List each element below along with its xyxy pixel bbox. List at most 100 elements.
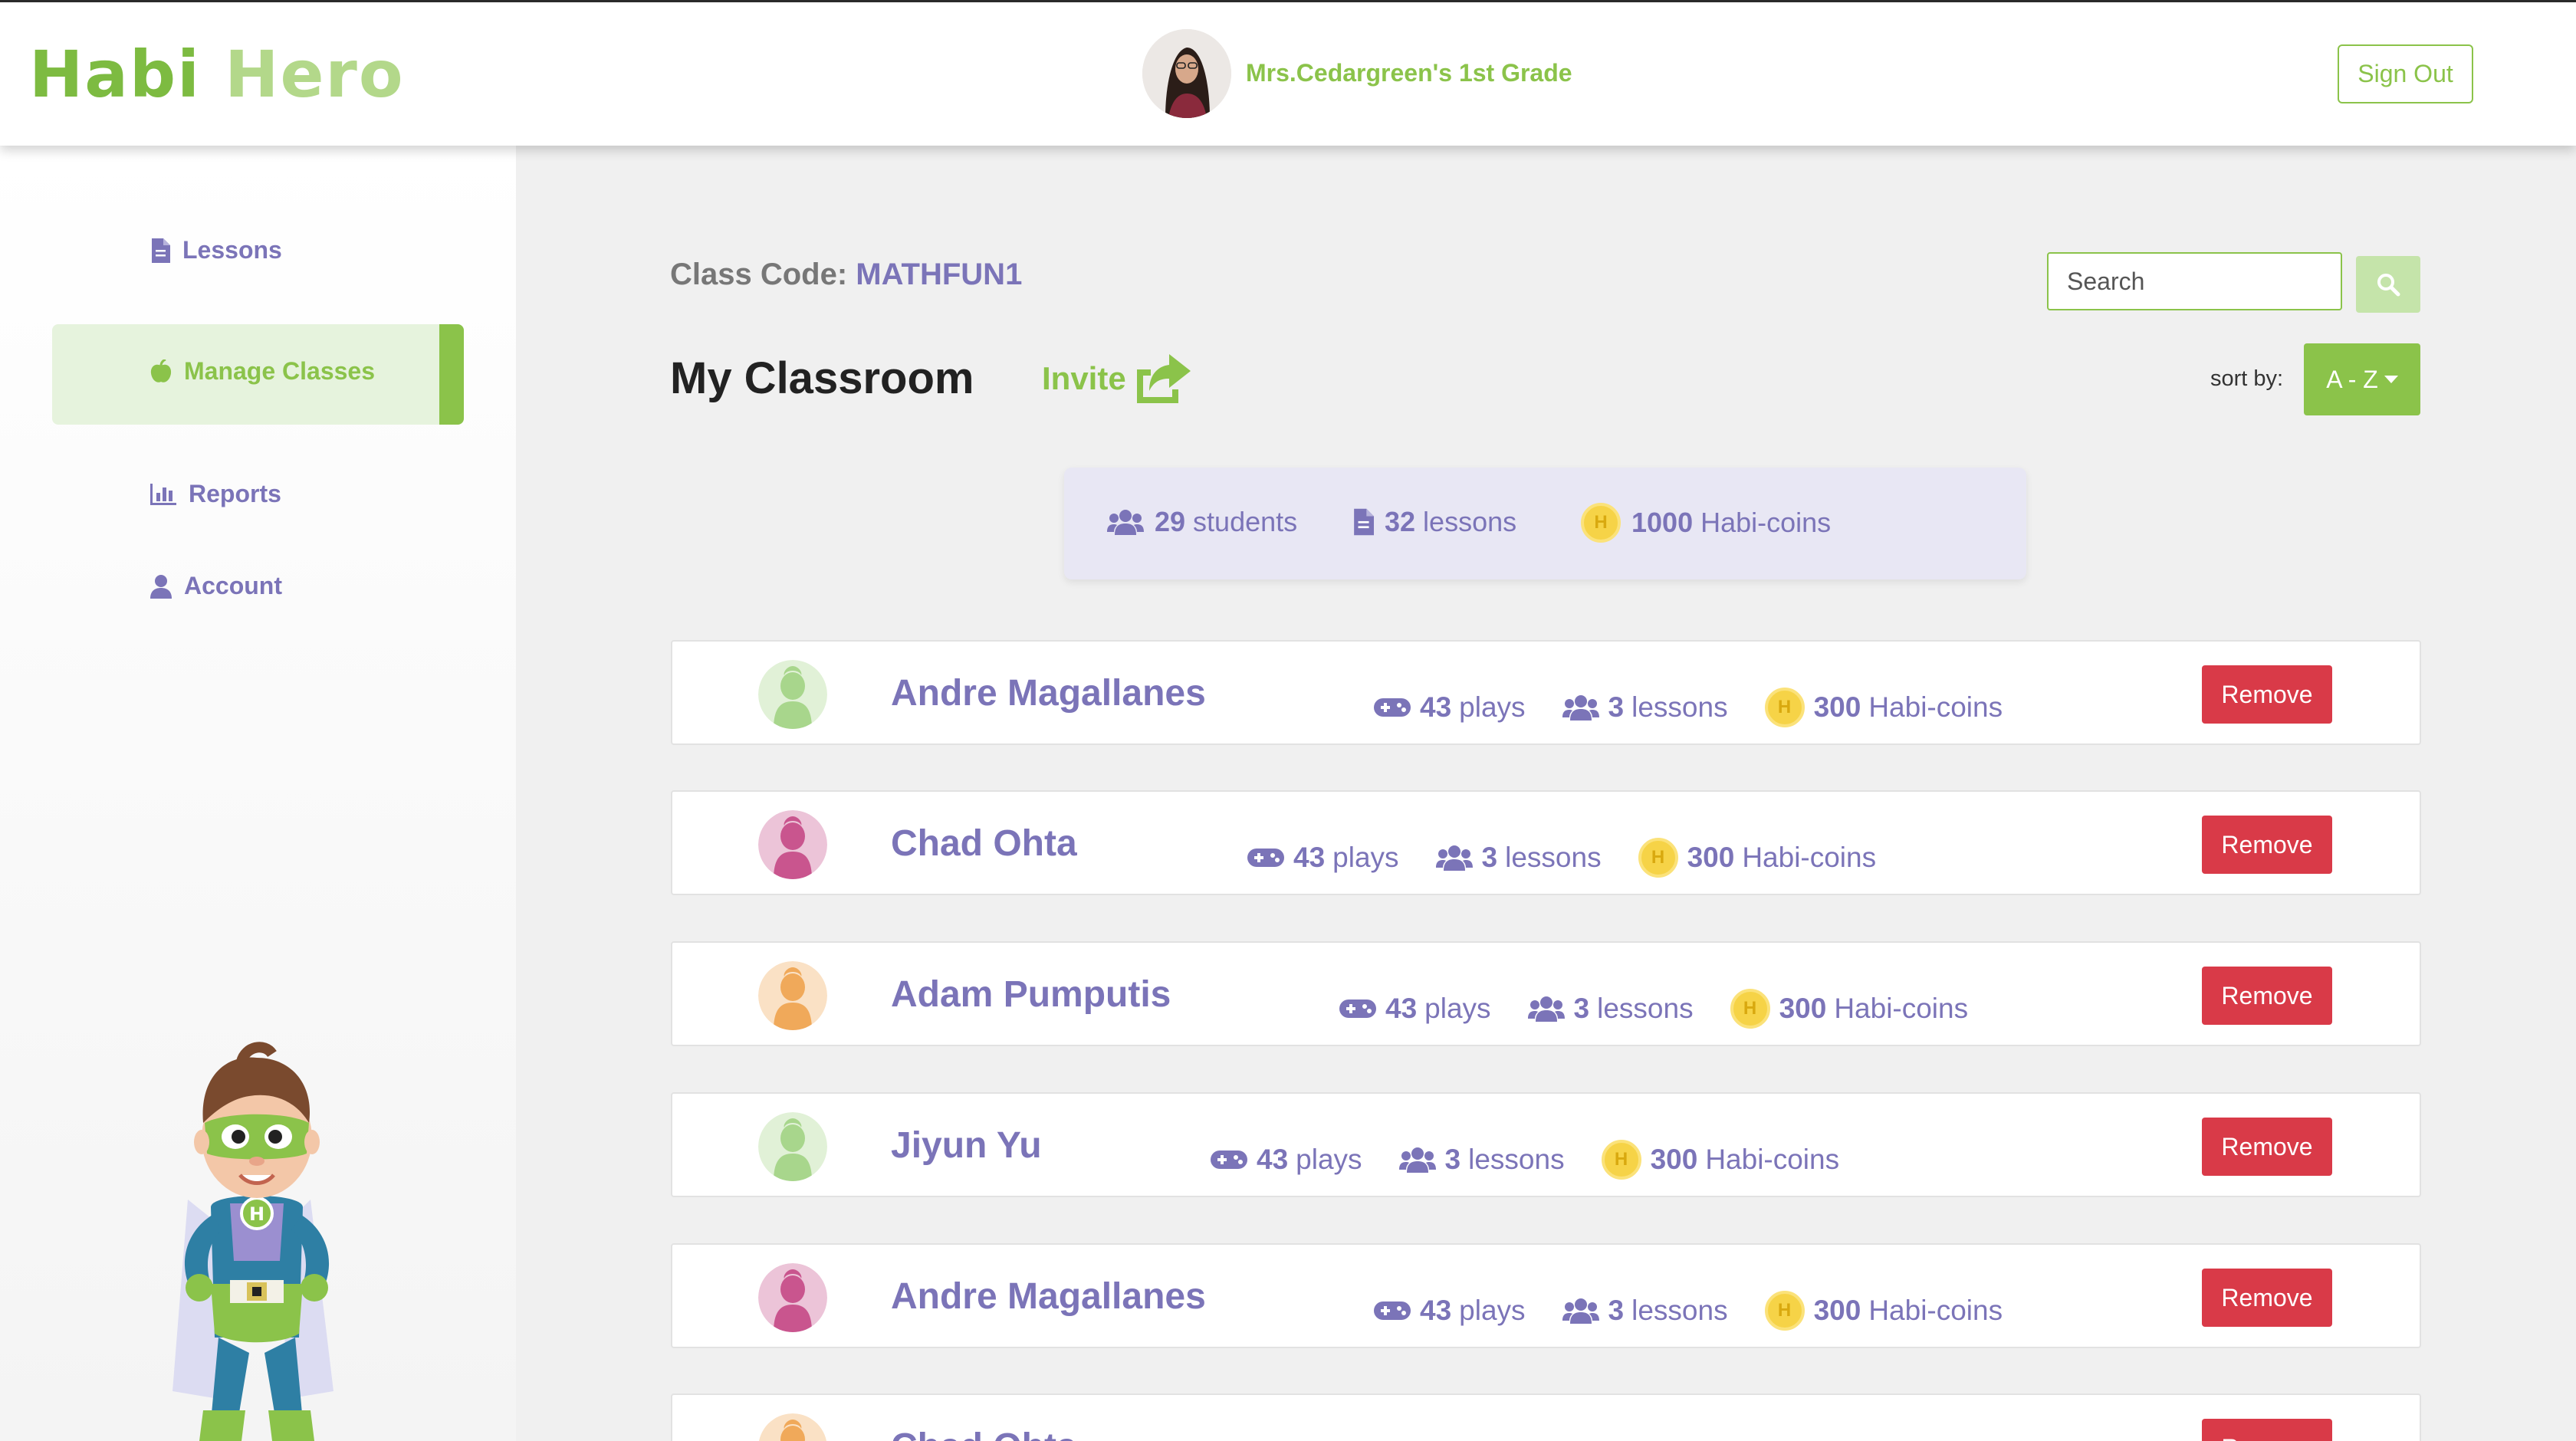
plays-label: plays: [1332, 842, 1399, 873]
invite-button[interactable]: Invite: [1042, 354, 1191, 403]
student-name[interactable]: Andre Magallanes: [891, 1275, 1206, 1318]
lessons-label: lessons: [1597, 993, 1694, 1024]
class-title[interactable]: Mrs.Cedargreen's 1st Grade: [1246, 59, 1572, 87]
student-name[interactable]: Chad Ohta: [891, 822, 1077, 865]
habi-hero-mascot: H: [172, 1042, 334, 1441]
student-lessons: 3 lessons: [1562, 691, 1728, 724]
sort-dropdown[interactable]: A - Z: [2304, 343, 2420, 415]
users-icon: [1398, 1147, 1436, 1173]
gamepad-icon: [1374, 1301, 1411, 1320]
logo-word-habi: Habi: [29, 37, 201, 112]
users-icon: [1527, 996, 1565, 1022]
habi-coin-icon: H: [1601, 1140, 1641, 1180]
gamepad-icon: [1247, 849, 1284, 867]
habi-coin-icon: H: [1730, 989, 1770, 1029]
users-icon: [1435, 845, 1473, 871]
class-code-label: Class Code:: [670, 258, 848, 291]
student-coins: H 300 Habi-coins: [1638, 838, 1877, 878]
gamepad-icon: [1339, 1000, 1376, 1018]
plays-label: plays: [1296, 1144, 1362, 1175]
sidebar-item-label: Reports: [189, 480, 281, 507]
plays-count: 43: [1293, 842, 1326, 873]
habi-coin-icon: H: [1764, 688, 1805, 727]
student-avatar: [758, 810, 827, 879]
users-icon: [1107, 510, 1144, 535]
sidebar-item-lessons[interactable]: Lessons: [150, 236, 282, 264]
class-summary-card: 29 students 32 lessons H 1000 Habi-coins: [1064, 468, 2026, 579]
coins-count: 300: [1650, 1144, 1698, 1175]
plays-label: plays: [1424, 993, 1491, 1024]
plays-count: 43: [1420, 1295, 1452, 1326]
apple-icon: [150, 359, 172, 382]
habi-coin-icon: H: [1581, 503, 1621, 543]
student-row[interactable]: Chad Ohta 43 plays 3 lessons H 300 Habi-…: [671, 790, 2421, 895]
student-name[interactable]: Chad Ohta: [891, 1426, 1077, 1441]
student-stats: 43 plays 3 lessons H 300 Habi-coins: [1339, 989, 2005, 1029]
sort-value: A - Z: [2326, 365, 2378, 393]
student-lessons: 3 lessons: [1527, 993, 1694, 1025]
student-row[interactable]: Adam Pumputis 43 plays 3 lessons H 300 H…: [671, 941, 2421, 1046]
student-coins: H 300 Habi-coins: [1764, 688, 2003, 727]
class-code-value[interactable]: MATHFUN1: [856, 258, 1022, 291]
search-input[interactable]: [2047, 252, 2342, 310]
student-row[interactable]: Jiyun Yu 43 plays 3 lessons H 300 Habi-c…: [671, 1092, 2421, 1197]
student-name[interactable]: Jiyun Yu: [891, 1124, 1042, 1167]
coins-count: 300: [1687, 842, 1735, 873]
student-coins: H 300 Habi-coins: [1601, 1140, 1840, 1180]
lessons-label: lessons: [1505, 842, 1602, 873]
student-plays: 43 plays: [1374, 691, 1526, 724]
bar-chart-icon: [150, 483, 176, 505]
remove-button[interactable]: Remove: [2202, 816, 2332, 874]
users-icon: [1562, 1298, 1599, 1324]
remove-button[interactable]: Remove: [2202, 665, 2332, 724]
top-header: Habi Hero Mrs.Cedargreen's 1st Grade Sig…: [0, 0, 2576, 146]
habi-coin-icon: H: [1638, 838, 1678, 878]
student-row[interactable]: Andre Magallanes 43 plays 3 lessons H 30…: [671, 1243, 2421, 1348]
remove-button[interactable]: Remove: [2202, 1118, 2332, 1176]
gamepad-icon: [1374, 698, 1411, 717]
active-indicator-bar: [439, 324, 464, 425]
student-row[interactable]: Chad Ohta 43 plays 3 lessons H 300 Habi-…: [671, 1393, 2421, 1441]
teacher-avatar[interactable]: [1142, 29, 1231, 118]
search-button[interactable]: [2356, 256, 2420, 313]
coins-label: Habi-coins: [1705, 1144, 1840, 1175]
student-lessons: 3 lessons: [1435, 842, 1602, 874]
chevron-down-icon: [2384, 376, 2398, 383]
student-lessons: 3 lessons: [1562, 1295, 1728, 1327]
lessons-count: 3: [1608, 1295, 1625, 1326]
sidebar-item-label: Lessons: [182, 236, 282, 264]
search-icon: [2377, 274, 2400, 297]
summary-students: 29 students: [1107, 506, 1297, 538]
student-avatar: [758, 1112, 827, 1181]
student-avatar: [758, 660, 827, 729]
student-plays: 43 plays: [1211, 1144, 1362, 1176]
habi-coin-icon: H: [1764, 1291, 1805, 1331]
lessons-count: 3: [1573, 993, 1590, 1024]
coins-label: Habi-coins: [1742, 842, 1877, 873]
student-avatar: [758, 1263, 827, 1332]
sidebar-item-manage-classes[interactable]: Manage Classes: [150, 357, 375, 386]
sign-out-button[interactable]: Sign Out: [2338, 44, 2473, 103]
lessons-count: 3: [1481, 842, 1498, 873]
student-row[interactable]: Andre Magallanes 43 plays 3 lessons H 30…: [671, 640, 2421, 745]
student-name[interactable]: Andre Magallanes: [891, 672, 1206, 714]
student-stats: 43 plays 3 lessons H 300 Habi-coins: [1247, 838, 1913, 878]
student-plays: 43 plays: [1374, 1295, 1526, 1327]
students-label: students: [1193, 506, 1298, 537]
student-name[interactable]: Adam Pumputis: [891, 973, 1171, 1016]
coins-count: 300: [1779, 993, 1827, 1024]
habi-hero-logo[interactable]: Habi Hero: [29, 36, 405, 113]
gamepad-icon: [1211, 1151, 1247, 1169]
coins-label: Habi-coins: [1834, 993, 1969, 1024]
sidebar-item-label: Manage Classes: [184, 357, 376, 385]
page-title: My Classroom: [670, 353, 974, 403]
sidebar-item-account[interactable]: Account: [150, 572, 282, 600]
sidebar-item-reports[interactable]: Reports: [150, 480, 281, 508]
remove-button[interactable]: Remove: [2202, 1419, 2332, 1441]
remove-button[interactable]: Remove: [2202, 1269, 2332, 1327]
remove-button[interactable]: Remove: [2202, 967, 2332, 1025]
student-plays: 43 plays: [1247, 842, 1399, 874]
sort-by-label: sort by:: [2210, 366, 2284, 391]
sidebar-item-label: Account: [184, 572, 282, 599]
plays-count: 43: [1257, 1144, 1289, 1175]
